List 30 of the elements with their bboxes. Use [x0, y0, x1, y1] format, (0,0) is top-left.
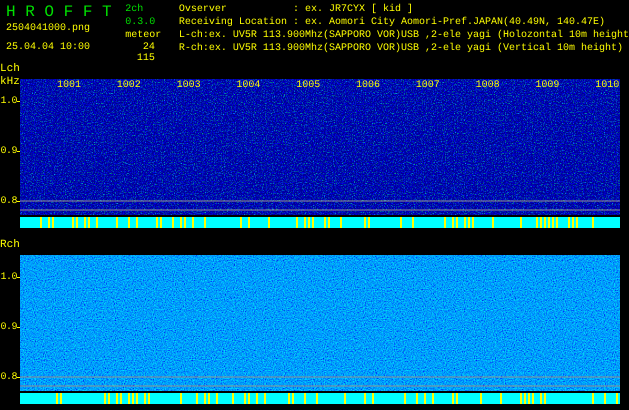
info-line: Receiving Location : ex. Aomori City Aomori-Pref.JAPAN(40.49N, 140.47E): [178, 16, 606, 29]
app-title: H R O F F T: [6, 2, 113, 21]
meteor-count: 24: [142, 42, 155, 53]
time-label: 1009: [535, 79, 560, 92]
time-label: 1007: [416, 79, 440, 92]
channel-label: Rch: [0, 238, 20, 252]
time-label: 1001: [57, 79, 82, 92]
time-label: 1010: [595, 79, 620, 92]
time-label: 1002: [116, 79, 141, 92]
info-line: R-ch:ex. UV5R 113.900Mhz(SAPPORO VOR)USB ,2-ele yagi (Vertical 10m height): [178, 42, 624, 55]
channel-label: Lch: [0, 62, 20, 76]
version-label: 2ch 0.3.0: [125, 2, 156, 29]
axis-tick-label: 0.9: [0, 321, 17, 334]
axis-tick-label: 1.0: [0, 95, 17, 108]
axis-tick-label: 0.8: [0, 371, 17, 384]
time-label: 1003: [176, 79, 201, 92]
axis-tick-label: 1.0: [0, 271, 17, 284]
time-label: 1008: [476, 79, 500, 92]
time-label: 1006: [356, 79, 380, 92]
axis-tick-label: 0.8: [0, 195, 17, 208]
meteor-label: meteor: [125, 29, 162, 42]
info-line: Ovserver : ex. JR7CYX [ kid ]: [178, 3, 414, 16]
unit-label: kHz: [0, 76, 20, 88]
time-label: 1005: [296, 79, 320, 92]
info-line: L-ch:ex. UV5R 113.900Mhz(SAPPORO VOR)USB ,2-ele yagi (Holozontal 10m height: [178, 29, 629, 42]
meteor-count: 115: [136, 53, 155, 64]
timestamp: 25.04.04 10:00: [6, 41, 92, 54]
time-label: 1004: [236, 79, 260, 92]
axis-tick-label: 0.9: [0, 145, 17, 158]
file-name: 2504041000.png: [6, 22, 92, 35]
